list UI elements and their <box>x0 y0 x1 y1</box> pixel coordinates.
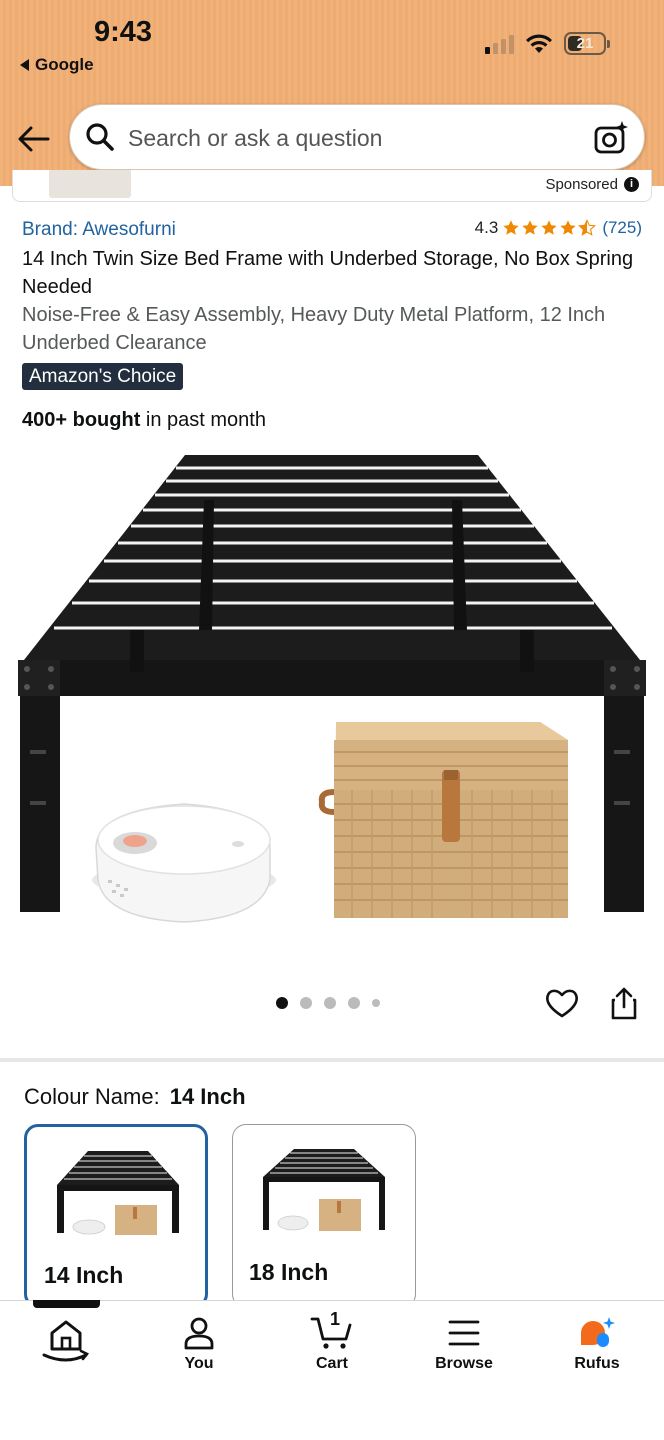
bought-in-past-month: 400+ bought in past month <box>22 409 266 432</box>
battery-level: 21 <box>576 35 594 52</box>
cart-count: 1 <box>330 1309 341 1329</box>
star-icon <box>522 220 538 235</box>
colour-name-row: Colour Name: 14 Inch <box>24 1084 246 1110</box>
active-tab-indicator <box>33 1300 100 1308</box>
rufus-icon <box>581 1317 615 1347</box>
brand-link[interactable]: Brand: Awesofurni <box>22 219 176 241</box>
half-star-icon <box>578 219 597 236</box>
menu-icon <box>448 1320 480 1346</box>
star-icon <box>503 220 519 235</box>
rating-summary[interactable]: 4.3 (725) <box>475 218 642 238</box>
sponsored-label: Sponsored i <box>545 176 639 193</box>
swatch-image <box>57 1151 179 1235</box>
rating-count: (725) <box>602 218 642 237</box>
nav-cart-label: Cart <box>315 1355 348 1372</box>
product-title: 14 Inch Twin Size Bed Frame with Underbe… <box>22 248 634 298</box>
swatch-18-inch[interactable]: 18 Inch <box>232 1124 416 1308</box>
image-pagination[interactable] <box>276 997 380 1009</box>
swatch-14-inch[interactable]: 14 Inch <box>24 1124 208 1308</box>
nav-you-label: You <box>184 1355 214 1372</box>
pagination-dot[interactable] <box>348 997 360 1009</box>
star-icon <box>541 220 557 235</box>
product-subtitle: Noise-Free & Easy Assembly, Heavy Duty M… <box>22 304 606 354</box>
rating-value: 4.3 <box>474 218 499 237</box>
swatch-label: 14 Inch <box>44 1262 124 1288</box>
status-icons: 21 <box>485 32 610 55</box>
search-input[interactable]: Search or ask a question <box>69 104 645 170</box>
bought-suffix: in past month <box>140 409 266 431</box>
heart-icon[interactable] <box>544 985 580 1021</box>
colour-label: Colour Name: <box>24 1084 160 1109</box>
nav-you[interactable]: You <box>144 1315 254 1373</box>
home-icon <box>42 1320 90 1362</box>
nav-home[interactable] <box>11 1315 121 1369</box>
sponsored-text: Sponsored <box>545 176 618 193</box>
nav-cart[interactable]: 1 Cart <box>277 1309 387 1373</box>
pagination-dot[interactable] <box>300 997 312 1009</box>
battery-icon: 21 <box>564 32 610 55</box>
camera-lens-icon[interactable] <box>592 119 630 157</box>
colour-selected: 14 Inch <box>169 1084 246 1109</box>
star-icon <box>560 220 576 235</box>
nav-rufus[interactable]: Rufus <box>542 1315 652 1373</box>
star-rating <box>502 219 597 237</box>
amazons-choice-badge[interactable]: Amazon's Choice <box>22 363 184 390</box>
swatch-label: 18 Inch <box>249 1259 329 1285</box>
nav-browse-label: Browse <box>435 1355 493 1372</box>
nav-rufus-label: Rufus <box>574 1355 620 1372</box>
nav-browse[interactable]: Browse <box>409 1315 519 1373</box>
pagination-dot[interactable] <box>372 999 380 1007</box>
back-to-app-link[interactable]: Google <box>20 55 94 75</box>
product-image[interactable] <box>0 440 664 960</box>
sponsored-thumbnail <box>49 170 131 198</box>
back-arrow-icon[interactable] <box>14 119 54 159</box>
wifi-icon <box>526 33 552 53</box>
cellular-signal-icon <box>485 34 514 54</box>
pagination-dot[interactable] <box>324 997 336 1009</box>
pagination-dot[interactable] <box>276 997 288 1009</box>
status-time: 9:43 <box>94 16 153 48</box>
swatch-image <box>263 1149 385 1231</box>
sponsored-strip[interactable]: Sponsored i <box>12 170 652 202</box>
section-divider <box>0 1058 664 1062</box>
back-app-label: Google <box>35 55 94 74</box>
search-placeholder: Search or ask a question <box>128 125 383 151</box>
info-icon[interactable]: i <box>624 177 639 192</box>
top-header: 9:43 Google 21 Search or ask a question <box>0 0 664 186</box>
bottom-nav-bar: You 1 Cart Browse Rufus <box>0 1300 664 1440</box>
user-icon <box>184 1317 214 1350</box>
share-icon[interactable] <box>606 985 642 1021</box>
back-triangle-icon <box>20 59 29 71</box>
search-icon <box>86 123 114 151</box>
bought-count: 400+ bought <box>22 409 141 431</box>
